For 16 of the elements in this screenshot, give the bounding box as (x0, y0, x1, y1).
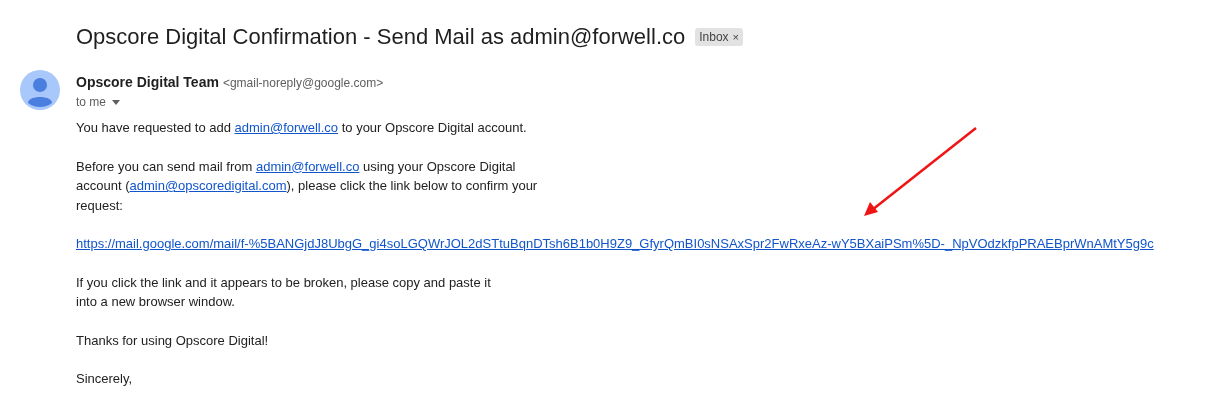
email-subject: Opscore Digital Confirmation - Send Mail as admin@forwell.co (76, 24, 686, 50)
email-link[interactable]: admin@forwell.co (255, 158, 360, 174)
inbox-label[interactable]: Inbox × (695, 28, 744, 46)
sender-name: Opscore Digital Team (76, 74, 219, 90)
email-paragraph: Sincerely, (76, 370, 133, 388)
avatar-icon (20, 70, 60, 110)
recipient-dropdown[interactable]: to me (76, 95, 384, 109)
email-paragraph: Before you can send mail from admin@forwell.co using your Opscore Digital account (admin@opscoredigital.com), please click the link below to confirm your request: (76, 157, 538, 215)
email-link[interactable]: https://mail.google.com/mail/f-%5BANGjdJ8UbgG_gi4soLGQWrJOL2dSTtuBqnDTsh6B1b0H9Z9_GfyrQmBI0sNSAxSpr2FwRxeAz-wY5BXaiPSm%5D-_NpVOdzkfpPRAEBprWnAMtY5g9c (76, 236, 1154, 251)
email-paragraph: If you click the link and it appears to be broken, please copy and paste it into a new browser window. (76, 273, 491, 311)
email-paragraph: You have requested to add admin@forwell.co to your Opscore Digital account. (76, 119, 527, 137)
caret-icon (112, 99, 120, 105)
email-link[interactable]: admin@opscoredigital.com (129, 178, 287, 193)
sender-address: <gmail-noreply@google.com> (222, 76, 384, 90)
email-link[interactable]: admin@forwell.co (234, 120, 339, 135)
email-paragraph: Thanks for using Opscore Digital! (76, 331, 269, 350)
